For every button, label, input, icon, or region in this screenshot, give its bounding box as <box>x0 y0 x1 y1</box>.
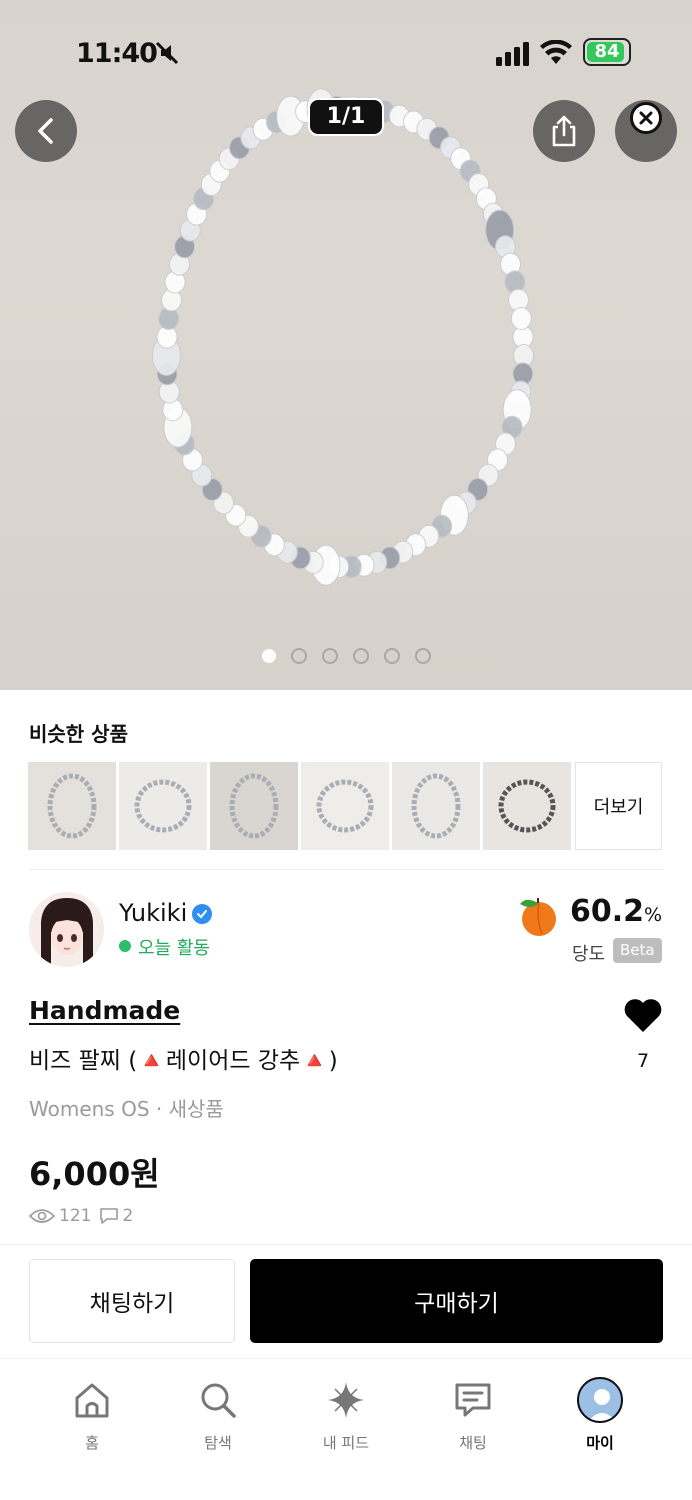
like-count: 7 <box>636 1050 650 1072</box>
divider <box>0 1244 692 1245</box>
nav-home[interactable]: 홈 <box>47 1377 137 1453</box>
nav-my[interactable]: 마이 <box>555 1377 645 1453</box>
pagination-dot <box>415 648 431 664</box>
sweetness-rating: 60.2% <box>570 894 662 929</box>
product-stats: 121 2 <box>29 1206 141 1226</box>
share-button[interactable] <box>533 100 595 162</box>
nav-label: 탐색 <box>204 1434 232 1452</box>
similar-product-thumb[interactable] <box>392 762 480 850</box>
similar-product-thumb[interactable] <box>483 762 571 850</box>
pagination-dot <box>322 648 338 664</box>
rating-number: 60.2 <box>570 894 645 929</box>
comment-count: 2 <box>122 1206 134 1226</box>
similar-products-list: 더보기 <box>28 762 662 850</box>
profile-avatar <box>577 1377 623 1423</box>
pagination-dot <box>353 648 369 664</box>
search-icon <box>201 1383 236 1418</box>
verified-icon <box>192 904 212 924</box>
seller-avatar[interactable] <box>29 892 104 967</box>
seller-name[interactable]: Yukiki <box>119 899 187 927</box>
wifi-icon <box>540 40 572 64</box>
chat-button[interactable]: 채팅하기 <box>29 1259 235 1343</box>
battery-icon: 84 <box>583 38 631 66</box>
similar-products-title: 비슷한 상품 <box>29 722 128 746</box>
nav-chat[interactable]: 채팅 <box>428 1377 518 1453</box>
similar-product-thumb[interactable] <box>210 762 298 850</box>
nav-label: 홈 <box>85 1434 99 1452</box>
rating-unit: % <box>644 904 663 926</box>
nav-label: 내 피드 <box>322 1434 370 1452</box>
status-bar: 11:40 84 <box>0 0 692 100</box>
brand-link[interactable]: Handmade <box>29 996 180 1025</box>
beta-badge: Beta <box>613 938 662 963</box>
peach-icon <box>520 898 556 936</box>
price: 6,000원 <box>29 1155 160 1193</box>
nav-search[interactable]: 탐색 <box>173 1377 263 1453</box>
status-time: 11:40 <box>76 38 158 69</box>
bead <box>510 307 532 330</box>
similar-product-thumb[interactable] <box>119 762 207 850</box>
product-meta: Womens OS · 새상품 <box>29 1097 224 1121</box>
view-count: 121 <box>59 1206 92 1226</box>
similar-product-thumb[interactable] <box>28 762 116 850</box>
similar-product-thumb[interactable] <box>301 762 389 850</box>
eye-icon <box>29 1209 55 1223</box>
chat-icon <box>455 1383 491 1417</box>
activity-status: 오늘 활동 <box>138 938 210 959</box>
sparkle-icon <box>328 1382 364 1418</box>
share-icon <box>552 115 576 147</box>
activity-status-dot <box>119 940 131 952</box>
nav-label: 채팅 <box>459 1434 487 1452</box>
mute-icon <box>155 41 179 65</box>
chevron-left-icon <box>38 118 53 144</box>
product-title: 비즈 팔찌 (🔺레이어드 강추🔺) <box>29 1048 338 1074</box>
pagination-dot <box>384 648 400 664</box>
back-button[interactable] <box>15 100 77 162</box>
pagination-dot <box>291 648 307 664</box>
sweetness-label: 당도 <box>572 944 606 965</box>
pagination-dot <box>262 649 276 663</box>
image-pagination <box>262 648 431 664</box>
signal-icon <box>496 42 529 66</box>
nav-label: 마이 <box>586 1434 614 1452</box>
home-icon <box>75 1383 109 1418</box>
nav-feed[interactable]: 내 피드 <box>301 1377 391 1453</box>
heart-icon[interactable] <box>623 996 663 1034</box>
close-icon[interactable] <box>630 102 662 134</box>
battery-level: 84 <box>594 41 620 62</box>
page-indicator: 1/1 <box>308 98 384 136</box>
comment-icon <box>100 1208 119 1224</box>
more-button[interactable]: 더보기 <box>575 762 662 850</box>
divider <box>29 869 663 870</box>
buy-button[interactable]: 구매하기 <box>250 1259 663 1343</box>
bottom-navigation: 홈 탐색 내 피드 채팅 마이 <box>0 1358 692 1500</box>
